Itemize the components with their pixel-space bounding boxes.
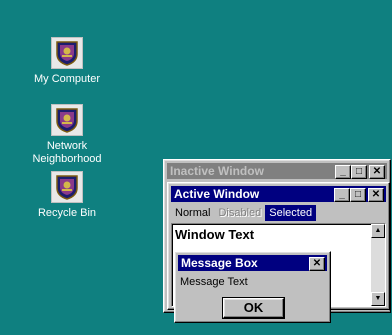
- close-button[interactable]: ✕: [309, 257, 325, 271]
- minimize-button[interactable]: _: [334, 188, 350, 202]
- desktop-icon-my-computer[interactable]: My Computer: [12, 37, 122, 86]
- desktop-icon-network-neighborhood[interactable]: Network Neighborhood: [12, 104, 122, 166]
- scroll-up-button[interactable]: ▲: [371, 224, 385, 238]
- close-button[interactable]: ✕: [368, 188, 384, 202]
- message-box-title: Message Box: [181, 256, 258, 270]
- maximize-button[interactable]: □: [350, 188, 366, 202]
- message-text: Message Text: [180, 276, 248, 288]
- close-button[interactable]: ✕: [369, 165, 385, 179]
- menu-bar: Normal Disabled Selected: [171, 205, 386, 221]
- maximize-button[interactable]: □: [351, 165, 367, 179]
- active-title-bar[interactable]: Active Window _ □ ✕: [171, 186, 386, 202]
- window-text: Window Text: [175, 227, 255, 242]
- message-box[interactable]: Message Box ✕ Message Text OK: [174, 251, 331, 323]
- inactive-title-bar[interactable]: Inactive Window _ □ ✕: [167, 163, 387, 179]
- desktop-icon-label: My Computer: [33, 73, 101, 85]
- message-box-title-bar[interactable]: Message Box ✕: [178, 255, 327, 271]
- scroll-down-button[interactable]: ▼: [371, 292, 385, 306]
- desktop-icon-recycle-bin[interactable]: Recycle Bin: [12, 171, 122, 220]
- shield-crest-icon: [51, 171, 83, 203]
- minimize-button[interactable]: _: [335, 165, 351, 179]
- shield-crest-icon: [51, 104, 83, 136]
- menu-item-disabled: Disabled: [218, 207, 262, 219]
- ok-button[interactable]: OK: [223, 298, 284, 318]
- ok-button-label: OK: [243, 300, 264, 315]
- desktop-icon-label: Recycle Bin: [37, 207, 97, 219]
- window-title: Active Window: [174, 187, 260, 201]
- desktop-icon-label: Network Neighborhood: [32, 140, 102, 165]
- menu-item-normal[interactable]: Normal: [171, 205, 214, 221]
- vertical-scrollbar[interactable]: ▲ ▼: [371, 224, 385, 306]
- shield-crest-icon: [51, 37, 83, 69]
- menu-item-selected[interactable]: Selected: [265, 205, 317, 221]
- window-title: Inactive Window: [170, 164, 264, 178]
